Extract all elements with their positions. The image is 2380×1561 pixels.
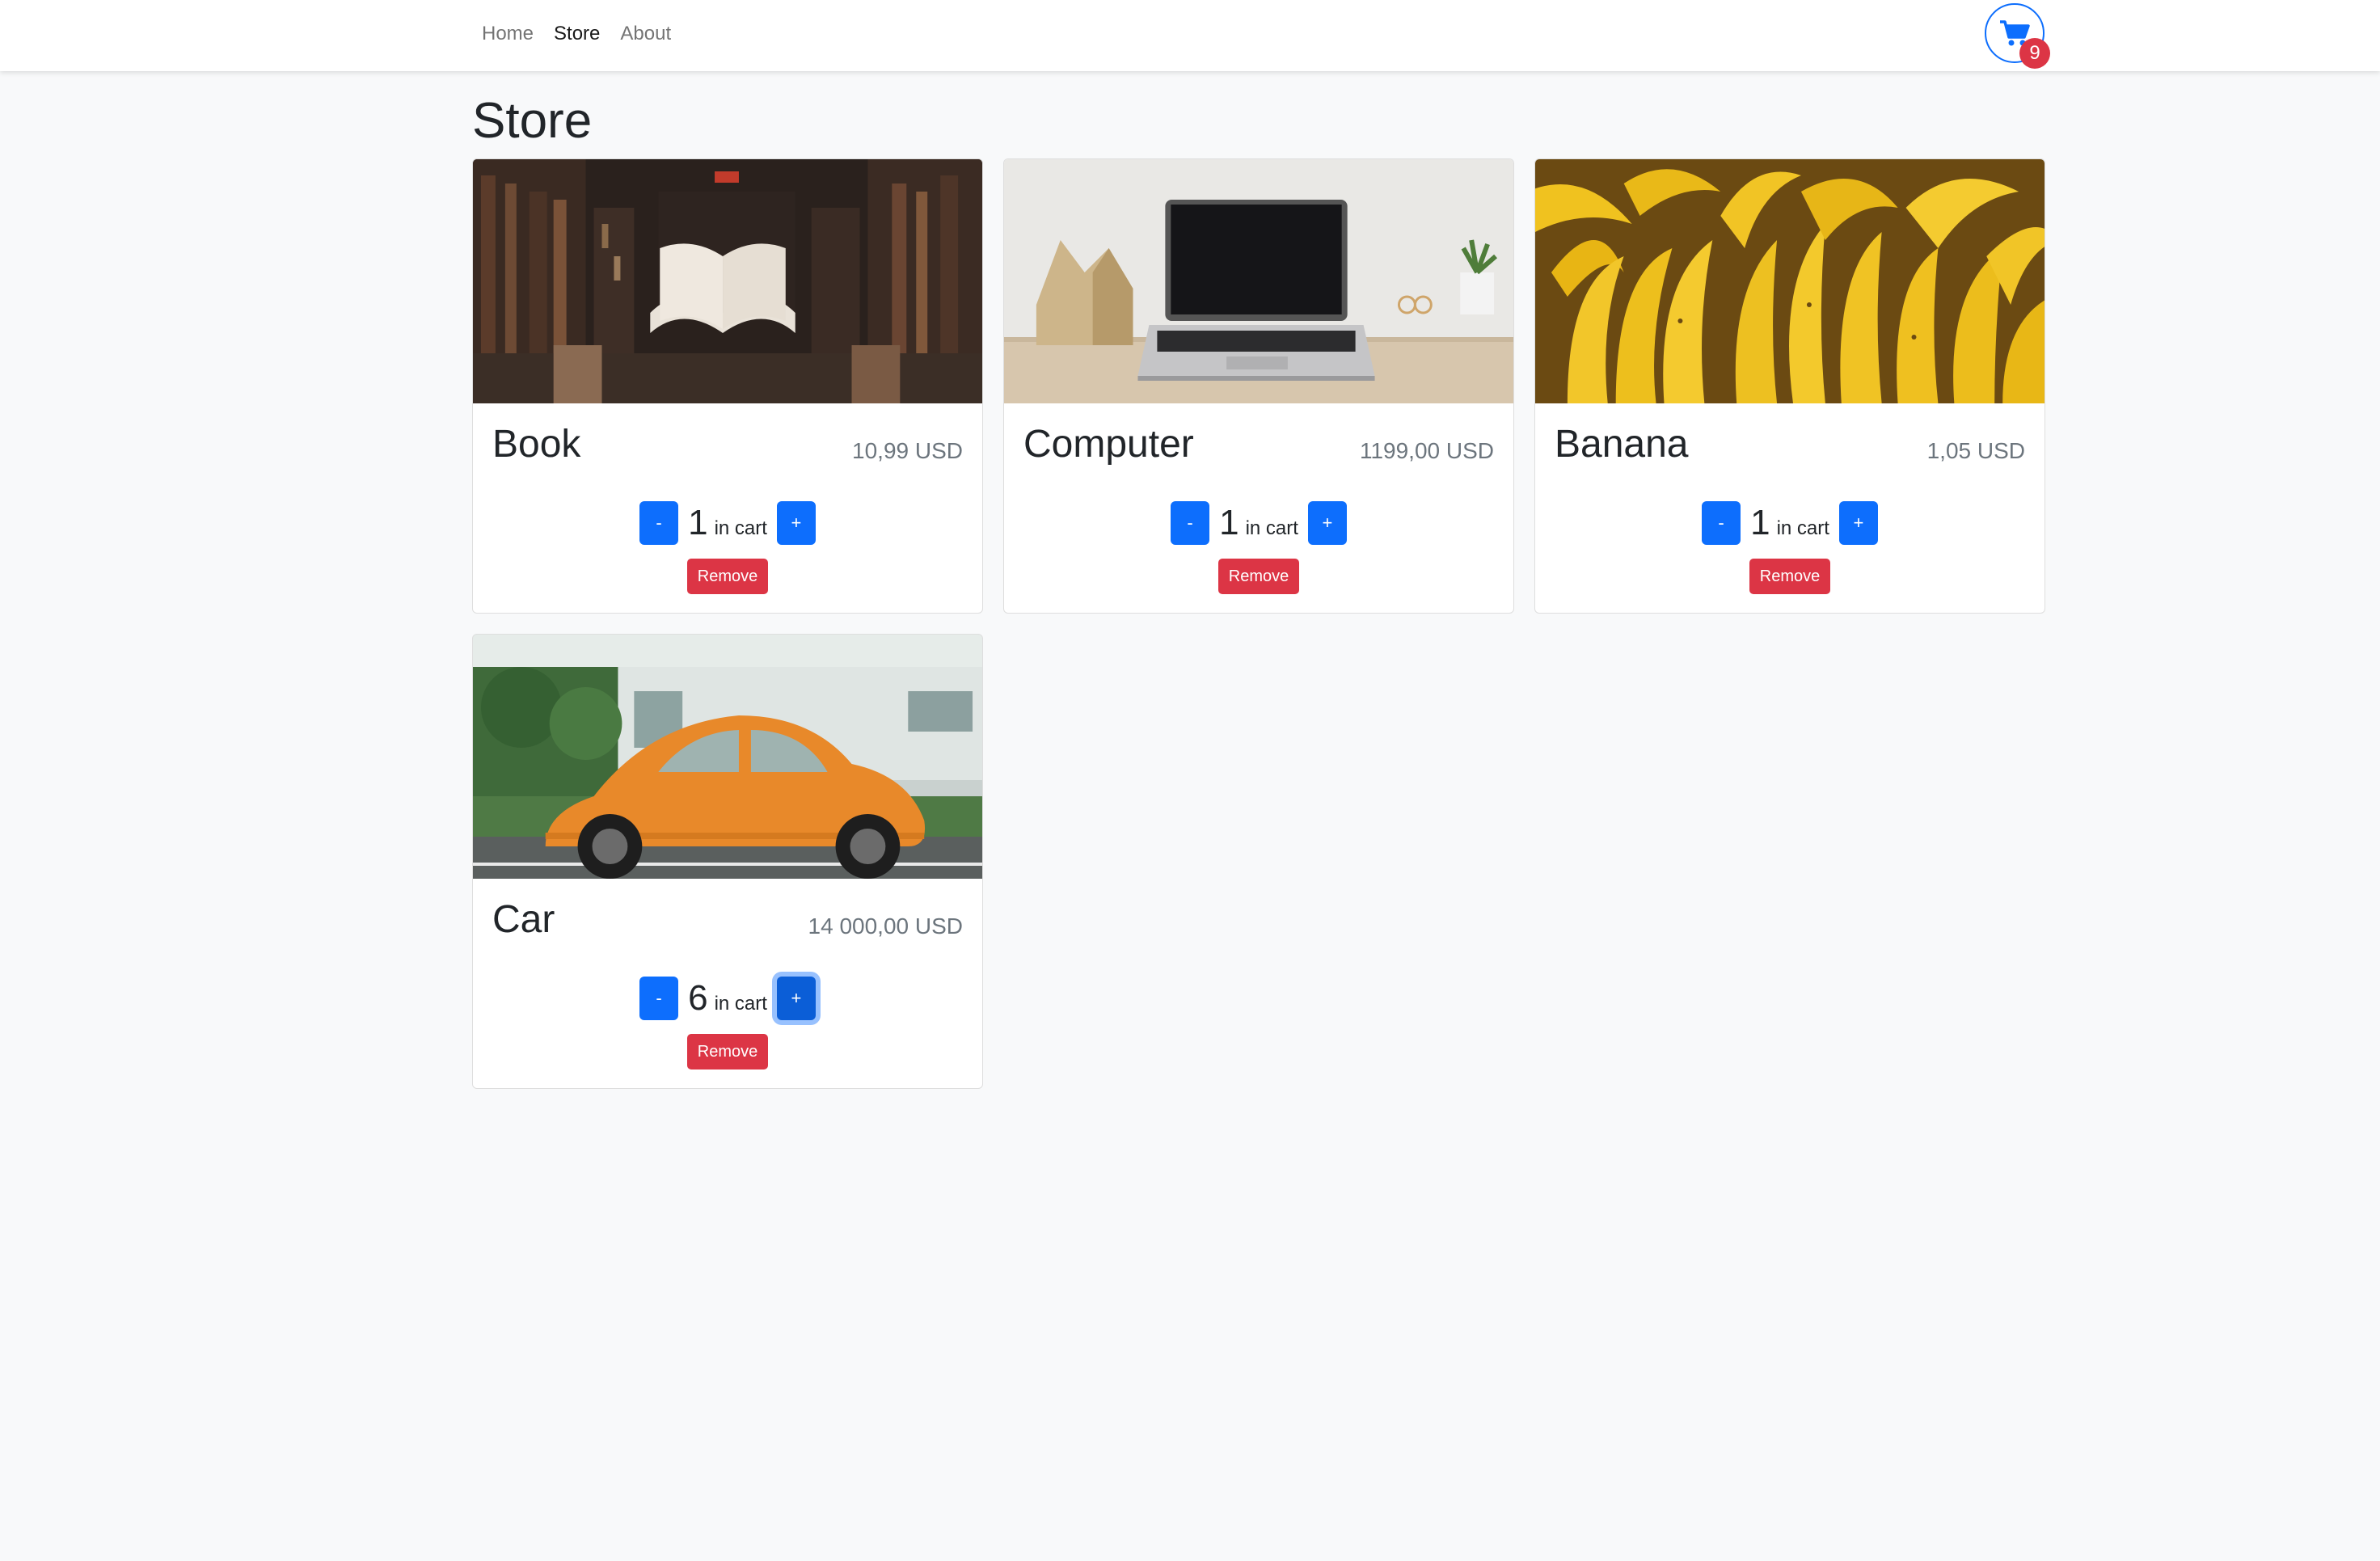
product-grid: Book 10,99 USD - 1 in cart + Remove Comp… xyxy=(472,158,2045,1089)
decrease-button[interactable]: - xyxy=(1171,501,1210,545)
quantity-display: 6 in cart xyxy=(688,977,767,1020)
decrease-button[interactable]: - xyxy=(639,977,679,1020)
product-price: 10,99 USD xyxy=(852,438,963,463)
quantity-display: 1 in cart xyxy=(688,501,767,545)
quantity-controls: - 1 in cart + xyxy=(473,500,982,546)
product-image-banana xyxy=(1535,159,2045,403)
quantity-display: 1 in cart xyxy=(1750,501,1829,545)
quantity-controls: - 1 in cart + xyxy=(1004,500,1513,546)
increase-button[interactable]: + xyxy=(776,501,816,545)
increase-button[interactable]: + xyxy=(1307,501,1347,545)
quantity-display: 1 in cart xyxy=(1219,501,1298,545)
product-card-banana: Banana 1,05 USD - 1 in cart + Remove xyxy=(1534,158,2045,614)
quantity-value: 6 xyxy=(688,978,708,1018)
product-name: Computer xyxy=(1023,423,1194,466)
remove-button[interactable]: Remove xyxy=(687,1034,768,1069)
decrease-button[interactable]: - xyxy=(1702,501,1741,545)
remove-button[interactable]: Remove xyxy=(1218,559,1299,594)
nav-link-store[interactable]: Store xyxy=(554,23,600,45)
product-price: 14 000,00 USD xyxy=(808,913,963,939)
nav-link-home[interactable]: Home xyxy=(482,23,534,45)
quantity-value: 1 xyxy=(688,503,708,542)
product-name: Car xyxy=(492,898,555,941)
product-card-body: Computer 1199,00 USD - 1 in cart + Remov… xyxy=(1004,403,1513,613)
product-image-computer xyxy=(1004,159,1513,403)
decrease-button[interactable]: - xyxy=(639,501,679,545)
product-image-book xyxy=(473,159,982,403)
product-card-car: Car 14 000,00 USD - 6 in cart + Remove xyxy=(472,634,983,1089)
increase-button[interactable]: + xyxy=(776,977,816,1020)
quantity-label: in cart xyxy=(714,993,767,1015)
product-name: Banana xyxy=(1555,423,1689,466)
page-title: Store xyxy=(472,93,593,149)
quantity-value: 1 xyxy=(1219,503,1239,542)
navbar: Home Store About 9 xyxy=(0,0,2380,71)
quantity-controls: - 6 in cart + xyxy=(473,976,982,1021)
cart-count-badge: 9 xyxy=(2019,38,2050,69)
quantity-controls: - 1 in cart + xyxy=(1535,500,2045,546)
nav-links: Home Store About xyxy=(482,0,691,68)
quantity-label: in cart xyxy=(1245,517,1298,539)
nav-link-about[interactable]: About xyxy=(620,23,671,45)
remove-button[interactable]: Remove xyxy=(1749,559,1830,594)
product-price: 1,05 USD xyxy=(1926,438,2025,463)
quantity-label: in cart xyxy=(1776,517,1829,539)
product-card-body: Book 10,99 USD - 1 in cart + Remove xyxy=(473,403,982,613)
product-card-book: Book 10,99 USD - 1 in cart + Remove xyxy=(472,158,983,614)
product-image-car xyxy=(473,635,982,879)
product-card-body: Banana 1,05 USD - 1 in cart + Remove xyxy=(1535,403,2045,613)
product-price: 1199,00 USD xyxy=(1359,438,1494,463)
product-name: Book xyxy=(492,423,581,466)
increase-button[interactable]: + xyxy=(1838,501,1878,545)
product-card-body: Car 14 000,00 USD - 6 in cart + Remove xyxy=(473,879,982,1088)
product-card-computer: Computer 1199,00 USD - 1 in cart + Remov… xyxy=(1003,158,1514,614)
cart-button[interactable]: 9 xyxy=(1985,3,2050,69)
quantity-value: 1 xyxy=(1750,503,1770,542)
remove-button[interactable]: Remove xyxy=(687,559,768,594)
quantity-label: in cart xyxy=(714,517,767,539)
